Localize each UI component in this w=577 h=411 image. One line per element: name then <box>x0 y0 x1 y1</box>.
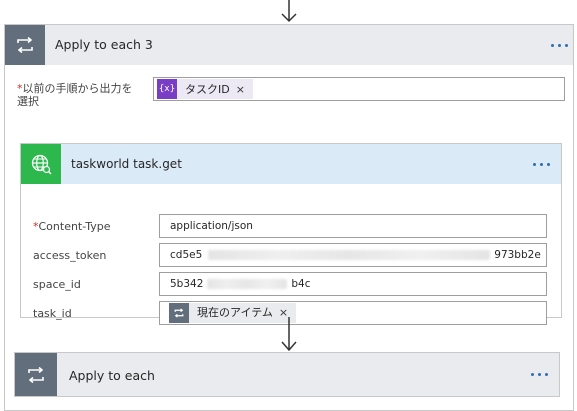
scope-title: Apply to each 3 <box>55 37 153 52</box>
token-label: 現在のアイテム <box>197 306 273 319</box>
more-icon <box>531 373 534 376</box>
select-output-label: *以前の手順から出力を選択 <box>17 82 133 108</box>
scope-title: Apply to each <box>69 368 155 383</box>
space-id-input[interactable]: 5b342 b4c <box>159 272 547 296</box>
action-more-options-button[interactable] <box>533 163 550 166</box>
arrow-down-icon <box>281 0 297 23</box>
select-output-input[interactable]: {x} タスクID × <box>153 77 565 101</box>
loop-icon <box>15 353 57 396</box>
loop-icon <box>5 25 45 65</box>
access-token-label: access_token <box>33 249 107 262</box>
scope-header[interactable]: Apply to each 3 <box>5 25 573 65</box>
current-item-token[interactable]: 現在のアイテム × <box>169 303 297 323</box>
redacted-value <box>207 279 288 289</box>
redacted-value <box>208 250 491 260</box>
globe-icon <box>21 144 61 184</box>
token-remove-button[interactable]: × <box>236 83 253 96</box>
action-title: taskworld task.get <box>71 157 182 171</box>
access-token-input[interactable]: cd5e5 973bb2e <box>159 243 547 267</box>
more-options-button[interactable] <box>531 373 548 376</box>
action-header[interactable]: taskworld task.get <box>21 144 561 184</box>
content-type-label: *Content-Type <box>33 220 111 233</box>
variable-icon: {x} <box>157 79 177 99</box>
taskworld-task-get-action: taskworld task.get *Content-Type applica… <box>20 143 562 325</box>
task-id-label: task_id <box>33 307 72 320</box>
flow-designer-canvas: Apply to each 3 *以前の手順から出力を選択 {x} タスクID … <box>0 0 577 411</box>
task-id-input[interactable]: 現在のアイテム × <box>159 301 547 325</box>
more-icon <box>533 163 536 166</box>
loop-icon <box>169 303 189 323</box>
dynamic-content-token[interactable]: {x} タスクID × <box>157 79 253 99</box>
apply-to-each-scope[interactable]: Apply to each <box>14 352 560 397</box>
space-id-label: space_id <box>33 278 81 291</box>
content-type-input[interactable]: application/json <box>159 214 547 238</box>
more-options-button[interactable] <box>551 44 568 47</box>
token-label: タスクID <box>185 83 230 96</box>
more-icon <box>551 44 554 47</box>
arrow-down-icon <box>281 317 297 352</box>
